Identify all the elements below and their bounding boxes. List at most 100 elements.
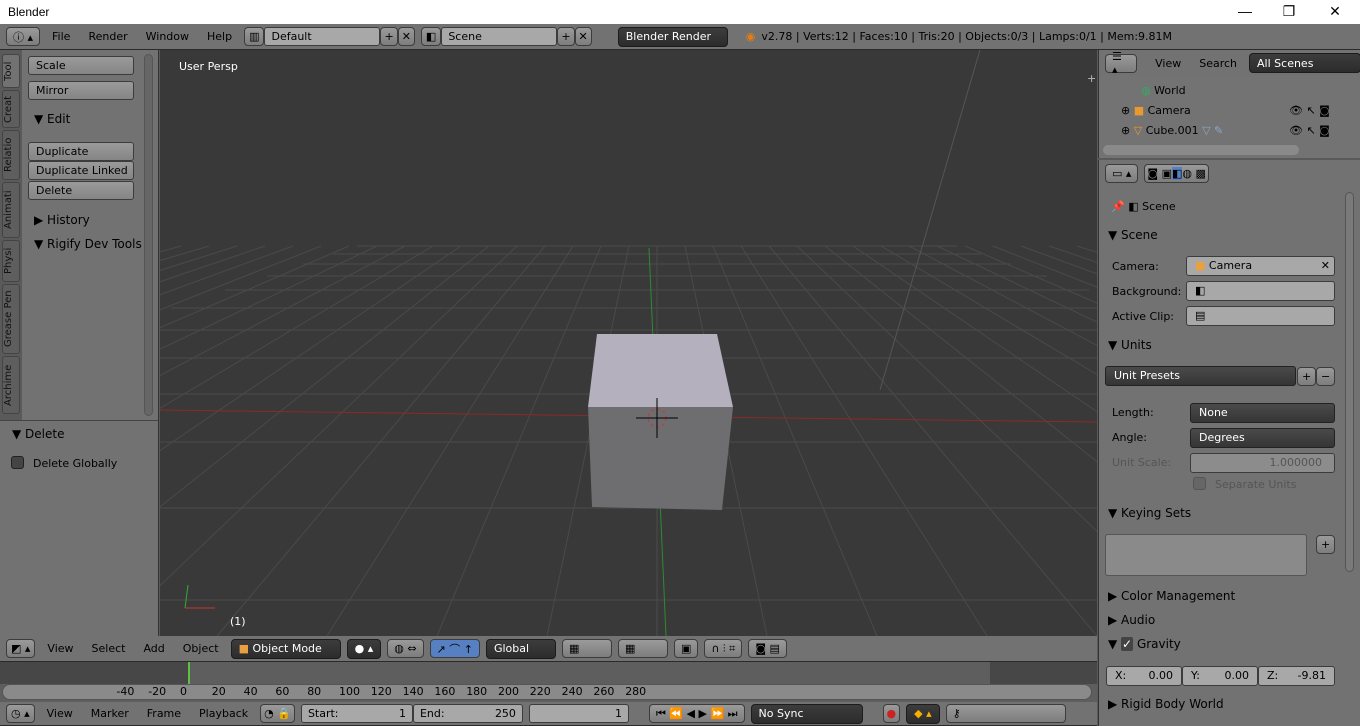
unit-scale-field[interactable]: 1.000000	[1190, 453, 1335, 473]
tab-tool[interactable]: Tool	[2, 54, 20, 88]
gravity-x-field[interactable]: X: 0.00	[1106, 666, 1182, 686]
tab-animation[interactable]: Animati	[2, 182, 20, 238]
clear-camera-icon[interactable]: ✕	[1321, 257, 1330, 275]
layout-icon[interactable]: ▥	[244, 27, 265, 46]
unit-presets-dropdown[interactable]: Unit Presets	[1105, 366, 1296, 386]
menu-file[interactable]: File	[46, 30, 76, 43]
outliner-menu-view[interactable]: View	[1149, 57, 1187, 70]
scale-button[interactable]: Scale	[28, 56, 134, 75]
editor-type-3d-icon[interactable]: ◩ ▴	[6, 639, 36, 658]
duplicate-linked-button[interactable]: Duplicate Linked	[28, 161, 134, 180]
operator-panel-header[interactable]: ▼ Delete	[12, 427, 64, 441]
add-layout-icon[interactable]: +	[380, 27, 398, 46]
scene-icon[interactable]: ◧	[420, 27, 442, 46]
length-dropdown[interactable]: None	[1190, 403, 1335, 423]
units-section-header[interactable]: ▼ Units	[1108, 338, 1152, 352]
menu-add[interactable]: Add	[137, 642, 170, 655]
menu-help[interactable]: Help	[201, 30, 238, 43]
outliner-item-cube[interactable]: ⊕ ▽ Cube.001 ▽ ✎ 👁 ↖ ◙	[1121, 124, 1351, 137]
editor-type-properties-icon[interactable]: ▭ ▴	[1105, 163, 1139, 183]
current-frame-marker[interactable]	[188, 662, 190, 684]
context-tabs[interactable]: ◙ ▣ ◧ ◍ ▩	[1144, 163, 1209, 183]
color-management-header[interactable]: ▶ Color Management	[1108, 589, 1235, 603]
active-clip-field[interactable]: ▤	[1186, 306, 1335, 326]
outliner-menu-search[interactable]: Search	[1193, 57, 1243, 70]
add-preset-icon[interactable]: +	[1297, 367, 1317, 386]
gravity-z-field[interactable]: Z: -9.81	[1258, 666, 1335, 686]
maximize-button[interactable]: ❐	[1266, 0, 1312, 24]
menu-window[interactable]: Window	[140, 30, 195, 43]
history-section-header[interactable]: ▶ History	[34, 213, 90, 227]
separate-units-checkbox[interactable]	[1193, 477, 1206, 490]
gravity-y-field[interactable]: Y: 0.00	[1182, 666, 1258, 686]
timeline[interactable]: -40 -20 0 20 40 60 80 100 120 140 160 180 200 220 240 2…	[0, 662, 1097, 702]
mirror-button[interactable]: Mirror	[28, 81, 134, 100]
edit-section-header[interactable]: ▼ Edit	[34, 112, 70, 126]
menu-frame[interactable]: Frame	[141, 707, 187, 720]
keying-icon[interactable]: ◆ ▴	[906, 703, 940, 724]
render-engine-dropdown[interactable]: Blender Render	[617, 26, 728, 47]
tab-create[interactable]: Creat	[2, 90, 20, 128]
menu-select[interactable]: Select	[86, 642, 132, 655]
menu-tl-view[interactable]: View	[41, 707, 79, 720]
rigify-section-header[interactable]: ▼ Rigify Dev Tools	[34, 237, 142, 251]
outliner-item-camera[interactable]: ⊕ ■ Camera 👁 ↖ ◙	[1121, 104, 1351, 117]
keying-sets-list[interactable]	[1105, 534, 1307, 576]
render-icons[interactable]: ◙ ▤	[748, 639, 787, 658]
screen-layout-field[interactable]: Default	[264, 27, 381, 46]
remove-scene-icon[interactable]: ✕	[574, 27, 592, 46]
shading-dropdown[interactable]: ● ▴	[346, 638, 382, 659]
record-icon[interactable]: ●	[882, 704, 901, 723]
menu-playback[interactable]: Playback	[193, 707, 254, 720]
pivot-dropdown[interactable]: ◍ ⇔	[387, 639, 424, 658]
gravity-header[interactable]: ▼ ✓ Gravity	[1108, 637, 1181, 651]
playback-controls[interactable]: ⏮ ⏪ ◀ ▶ ⏩ ⏭	[648, 704, 745, 723]
remove-preset-icon[interactable]: −	[1316, 367, 1336, 386]
3d-viewport[interactable]: User Persp (1) +	[160, 50, 1097, 636]
preview-range-icon[interactable]: ◔ 🔒	[260, 704, 295, 723]
editor-type-timeline-icon[interactable]: ◷ ▴	[6, 704, 35, 723]
expand-region-icon[interactable]: +	[1087, 72, 1096, 85]
remove-layout-icon[interactable]: ✕	[397, 27, 415, 46]
rigid-body-world-header[interactable]: ▶ Rigid Body World	[1108, 697, 1224, 711]
keying-sets-header[interactable]: ▼ Keying Sets	[1108, 506, 1191, 520]
outliner-filter-dropdown[interactable]: All Scenes	[1249, 53, 1360, 73]
minimize-button[interactable]: —	[1222, 0, 1268, 24]
camera-field[interactable]: ■ Camera ✕	[1186, 256, 1335, 276]
menu-object[interactable]: Object	[177, 642, 225, 655]
manipulator-toggle[interactable]: ↗ ⌒ ↑	[429, 639, 480, 658]
add-keying-set-icon[interactable]: +	[1316, 535, 1336, 554]
editor-type-info-icon[interactable]: ⓘ ▴	[6, 27, 41, 46]
tab-grease-pencil[interactable]: Grease Pen	[2, 284, 20, 354]
properties-scrollbar[interactable]	[1345, 192, 1354, 572]
layers-2[interactable]: ▦	[617, 639, 668, 658]
delete-button[interactable]: Delete	[28, 181, 134, 200]
add-scene-icon[interactable]: +	[557, 27, 575, 46]
mode-dropdown[interactable]: ■ Object Mode	[230, 638, 341, 659]
snap-toggle[interactable]: ∩ ⫶ ⌗	[704, 639, 743, 658]
angle-dropdown[interactable]: Degrees	[1190, 428, 1335, 448]
layers-1[interactable]: ▦	[561, 639, 612, 658]
tab-relations[interactable]: Relatio	[2, 130, 20, 180]
sync-dropdown[interactable]: No Sync	[750, 703, 863, 724]
menu-view[interactable]: View	[41, 642, 79, 655]
duplicate-button[interactable]: Duplicate	[28, 142, 134, 161]
current-frame-field[interactable]: 1	[528, 704, 629, 723]
menu-render[interactable]: Render	[82, 30, 133, 43]
menu-marker[interactable]: Marker	[85, 707, 135, 720]
gravity-checkbox[interactable]: ✓	[1121, 637, 1134, 651]
tool-shelf-scrollbar[interactable]	[144, 54, 153, 416]
delete-globally-checkbox[interactable]	[11, 456, 24, 469]
audio-header[interactable]: ▶ Audio	[1108, 613, 1155, 627]
lock-layers-icon[interactable]: ▣	[673, 639, 699, 658]
outliner-h-scrollbar[interactable]	[1103, 145, 1299, 155]
orientation-dropdown[interactable]: Global	[485, 638, 556, 659]
tab-physics[interactable]: Physi	[2, 240, 20, 282]
outliner-item-world[interactable]: ◍ World	[1141, 84, 1186, 97]
start-frame-field[interactable]: Start: 1	[300, 704, 413, 723]
editor-type-outliner-icon[interactable]: ☰ ▴	[1105, 50, 1138, 76]
tab-archimesh[interactable]: Archime	[2, 356, 20, 414]
scene-field[interactable]: Scene	[441, 27, 558, 46]
background-field[interactable]: ◧	[1186, 281, 1335, 301]
scene-section-header[interactable]: ▼ Scene	[1108, 228, 1158, 242]
